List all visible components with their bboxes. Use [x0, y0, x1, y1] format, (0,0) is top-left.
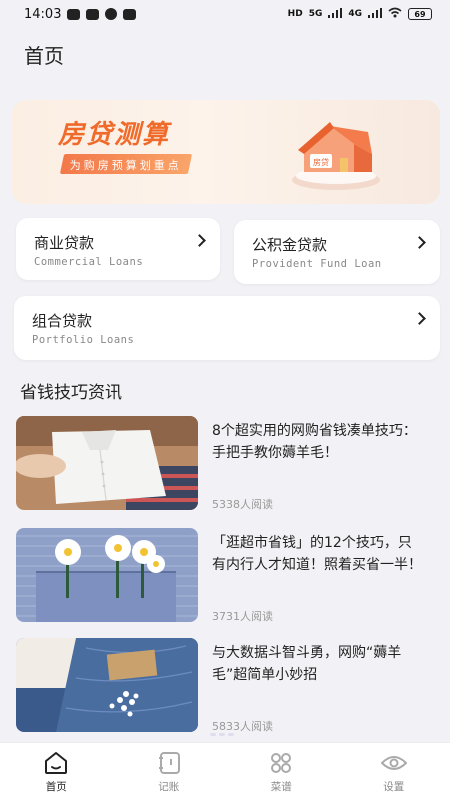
status-bar: 14:03 HD 5G 4G 69 — [0, 0, 450, 28]
mortgage-banner[interactable]: 房贷测算 为购房预算划重点 房贷 — [12, 100, 440, 204]
tab-label: 菜谱 — [270, 781, 292, 793]
house-icon: 房贷 — [292, 122, 380, 190]
chevron-right-icon — [193, 234, 206, 247]
wifi-icon — [388, 7, 402, 22]
article-item[interactable]: 与大数据斗智斗勇，网购“薅羊毛”超简单小妙招 5833人阅读 — [16, 638, 440, 733]
page-title: 首页 — [24, 44, 64, 68]
tab-label: 首页 — [45, 781, 67, 793]
banner-subtitle: 为购房预算划重点 — [59, 154, 193, 174]
article-thumbnail-daisies — [16, 528, 198, 622]
network-5g: 5G — [308, 9, 323, 19]
battery-indicator: 69 — [408, 8, 432, 20]
signal-icon-2 — [368, 7, 382, 22]
loan-title: 组合贷款 — [32, 312, 93, 330]
tab-settings[interactable]: 设置 — [338, 743, 450, 800]
signal-icon — [328, 7, 343, 22]
home-icon — [45, 752, 68, 774]
eye-icon — [380, 756, 407, 770]
provident-fund-loan-card[interactable]: 公积金贷款 Provident Fund Loan — [234, 220, 440, 284]
bottom-tab-bar: 首页 记账 菜谱 设置 — [0, 742, 450, 800]
article-title: 「逛超市省钱」的12个技巧，只有内行人才知道！照着买省一半！ — [212, 535, 422, 573]
article-thumbnail-jeans — [16, 638, 198, 732]
loan-subtitle: Portfolio Loans — [32, 334, 135, 346]
article-thumbnail-shirt — [16, 416, 198, 510]
tab-label: 记账 — [158, 781, 180, 793]
article-item[interactable]: 「逛超市省钱」的12个技巧，只有内行人才知道！照着买省一半！ 3731人阅读 — [16, 528, 440, 623]
loan-subtitle: Provident Fund Loan — [252, 258, 382, 270]
portfolio-loan-card[interactable]: 组合贷款 Portfolio Loans — [14, 296, 440, 360]
article-title: 8个超实用的网购省钱凑单技巧：手把手教你薅羊毛！ — [212, 423, 417, 461]
article-title: 与大数据斗智斗勇，网购“薅羊毛”超简单小妙招 — [212, 645, 402, 683]
chevron-right-icon — [413, 312, 426, 325]
notification-icon — [67, 8, 81, 20]
article-item[interactable]: 8个超实用的网购省钱凑单技巧：手把手教你薅羊毛！ 5338人阅读 — [16, 416, 440, 511]
mail-icon — [123, 8, 137, 20]
house-sign-text: 房贷 — [313, 157, 329, 167]
section-title: 省钱技巧资讯 — [20, 383, 122, 403]
notebook-icon — [158, 752, 180, 774]
tab-recipes[interactable]: 菜谱 — [225, 743, 338, 800]
link-icon — [105, 8, 118, 20]
app-notification-icon — [86, 8, 100, 20]
banner-title: 房贷测算 — [58, 120, 171, 150]
loan-title: 公积金贷款 — [252, 236, 328, 254]
tab-bookkeeping[interactable]: 记账 — [113, 743, 226, 800]
scroll-indicator — [210, 733, 234, 736]
article-read-count: 5338人阅读 — [212, 498, 273, 511]
status-time: 14:03 — [24, 6, 62, 22]
tab-label: 设置 — [383, 781, 405, 793]
loan-title: 商业贷款 — [34, 234, 95, 252]
article-read-count: 3731人阅读 — [212, 610, 273, 623]
loan-subtitle: Commercial Loans — [34, 256, 144, 268]
chevron-right-icon — [413, 236, 426, 249]
article-read-count: 5833人阅读 — [212, 720, 273, 733]
network-hd: HD — [287, 9, 303, 19]
network-4g: 4G — [348, 9, 362, 19]
grid-icon — [271, 753, 292, 773]
commercial-loan-card[interactable]: 商业贷款 Commercial Loans — [16, 218, 220, 280]
tab-home[interactable]: 首页 — [0, 743, 113, 800]
